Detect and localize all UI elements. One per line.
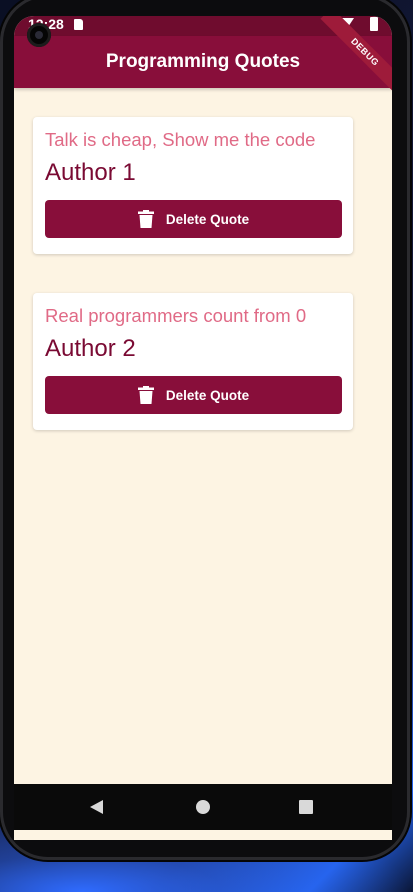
system-nav-bar <box>14 784 392 830</box>
recents-icon[interactable] <box>299 800 313 814</box>
delete-quote-button[interactable]: Delete Quote <box>45 376 342 414</box>
battery-icon <box>370 17 378 31</box>
quote-card: Talk is cheap, Show me the code Author 1… <box>33 117 353 254</box>
quote-text: Real programmers count from 0 <box>45 305 307 326</box>
quote-text: Talk is cheap, Show me the code <box>45 129 316 150</box>
app-bar: Programming Quotes DEBUG <box>14 16 392 97</box>
delete-button-label: Delete Quote <box>165 387 250 403</box>
quote-author: Author 2 <box>45 335 136 362</box>
front-camera-icon <box>27 23 51 47</box>
sd-card-icon <box>74 19 83 30</box>
phone-screen: 12:28 Programming Quotes DEBUG Talk is c… <box>14 16 392 840</box>
page-title: Programming Quotes <box>105 51 301 72</box>
delete-button-label: Delete Quote <box>165 211 250 227</box>
home-icon[interactable] <box>196 800 210 814</box>
quote-list: Talk is cheap, Show me the code Author 1… <box>33 117 353 469</box>
quote-card: Real programmers count from 0 Author 2 D… <box>33 293 353 430</box>
quote-author: Author 1 <box>45 159 136 186</box>
trash-icon <box>137 210 154 228</box>
trash-icon <box>137 386 154 404</box>
back-icon[interactable] <box>90 800 103 814</box>
delete-quote-button[interactable]: Delete Quote <box>45 200 342 238</box>
phone-frame: 12:28 Programming Quotes DEBUG Talk is c… <box>0 0 410 860</box>
